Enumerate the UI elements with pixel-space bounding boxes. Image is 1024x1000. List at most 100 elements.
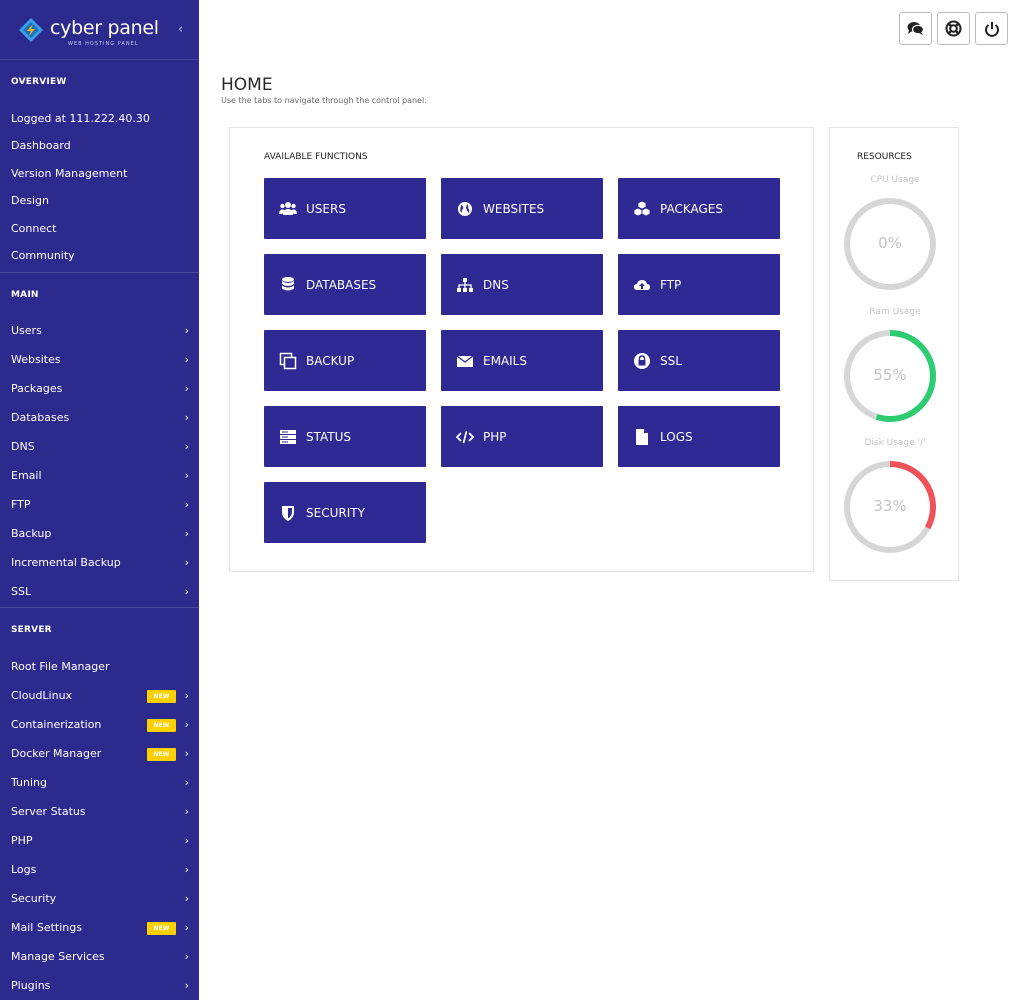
sidebar-item-design[interactable]: Design bbox=[0, 189, 199, 213]
chevron-right-icon: › bbox=[184, 585, 189, 598]
sidebar-item-mail-settings[interactable]: Mail Settings NEW › bbox=[0, 916, 199, 940]
power-icon bbox=[984, 21, 999, 37]
chevron-right-icon: › bbox=[184, 498, 189, 511]
brand: cyber panel WEB HOSTING PANEL ‹ bbox=[0, 0, 199, 60]
sidebar-item-dashboard[interactable]: Dashboard bbox=[0, 134, 199, 158]
sidebar-item-label: Server Status bbox=[11, 805, 86, 818]
lock-icon bbox=[634, 352, 650, 369]
sidebar-item-label: Packages bbox=[11, 382, 63, 395]
chat-button[interactable] bbox=[899, 12, 932, 45]
sidebar-item-email[interactable]: Email › bbox=[0, 464, 199, 488]
php-button[interactable]: PHP bbox=[441, 406, 603, 467]
chevron-right-icon: › bbox=[184, 411, 189, 424]
section-overview: OVERVIEW bbox=[11, 77, 67, 87]
sidebar-item-security[interactable]: Security › bbox=[0, 887, 199, 911]
sidebar-item-incremental-backup[interactable]: Incremental Backup › bbox=[0, 551, 199, 575]
collapse-sidebar-button[interactable]: ‹ bbox=[178, 22, 183, 37]
backup-button[interactable]: BACKUP bbox=[264, 330, 426, 391]
brand-name: cyber panel bbox=[50, 17, 159, 39]
users-icon bbox=[279, 201, 297, 215]
server-icon bbox=[280, 429, 296, 444]
section-server: SERVER bbox=[11, 625, 52, 635]
sidebar-item-php[interactable]: PHP › bbox=[0, 829, 199, 853]
sidebar-item-label: DNS bbox=[11, 440, 35, 453]
cpu-usage-value: 0% bbox=[878, 234, 902, 252]
sidebar-item-version-management[interactable]: Version Management bbox=[0, 162, 199, 186]
sidebar-item-logs[interactable]: Logs › bbox=[0, 858, 199, 882]
sidebar-item-packages[interactable]: Packages › bbox=[0, 377, 199, 401]
chevron-right-icon: › bbox=[184, 834, 189, 847]
button-label: SECURITY bbox=[306, 505, 365, 520]
sidebar-item-databases[interactable]: Databases › bbox=[0, 406, 199, 430]
button-label: SSL bbox=[660, 353, 682, 368]
logs-button[interactable]: LOGS bbox=[618, 406, 780, 467]
chat-icon bbox=[907, 22, 924, 35]
sidebar-item-community[interactable]: Community bbox=[0, 244, 199, 268]
databases-button[interactable]: DATABASES bbox=[264, 254, 426, 315]
sidebar-item-label: SSL bbox=[11, 585, 32, 598]
code-icon bbox=[456, 430, 474, 443]
lifebuoy-icon bbox=[945, 20, 962, 37]
sidebar-item-websites[interactable]: Websites › bbox=[0, 348, 199, 372]
websites-button[interactable]: WEBSITES bbox=[441, 178, 603, 239]
page-subtitle: Use the tabs to navigate through the con… bbox=[221, 96, 427, 105]
chevron-right-icon: › bbox=[184, 921, 189, 934]
button-label: FTP bbox=[660, 277, 682, 292]
sidebar-divider bbox=[0, 607, 199, 608]
sidebar-item-label: FTP bbox=[11, 498, 31, 511]
security-button[interactable]: SECURITY bbox=[264, 482, 426, 543]
sidebar-item-label: Incremental Backup bbox=[11, 556, 121, 569]
brand-tagline: WEB HOSTING PANEL bbox=[68, 41, 139, 47]
sidebar-item-tuning[interactable]: Tuning › bbox=[0, 771, 199, 795]
dns-button[interactable]: DNS bbox=[441, 254, 603, 315]
sidebar-item-docker-manager[interactable]: Docker Manager NEW › bbox=[0, 742, 199, 766]
copy-icon bbox=[279, 352, 297, 369]
available-functions-panel: AVAILABLE FUNCTIONS USERS WEBSITES PACKA… bbox=[229, 127, 814, 572]
chevron-right-icon: › bbox=[184, 440, 189, 453]
ram-usage-label: Ram Usage bbox=[869, 307, 921, 317]
envelope-icon bbox=[456, 354, 474, 367]
sidebar: cyber panel WEB HOSTING PANEL ‹ OVERVIEW… bbox=[0, 0, 199, 1000]
ssl-button[interactable]: SSL bbox=[618, 330, 780, 391]
logout-button[interactable] bbox=[975, 12, 1008, 45]
new-badge: NEW bbox=[147, 748, 176, 761]
sidebar-item-ftp[interactable]: FTP › bbox=[0, 493, 199, 517]
sidebar-item-server-status[interactable]: Server Status › bbox=[0, 800, 199, 824]
section-main: MAIN bbox=[11, 290, 39, 300]
users-button[interactable]: USERS bbox=[264, 178, 426, 239]
resources-panel: RESOURCES CPU Usage 0% Ram Usage 55% Dis… bbox=[829, 127, 959, 581]
sidebar-item-cloudlinux[interactable]: CloudLinux NEW › bbox=[0, 684, 199, 708]
button-label: WEBSITES bbox=[483, 201, 545, 216]
sidebar-item-root-file-manager[interactable]: Root File Manager bbox=[0, 655, 199, 679]
emails-button[interactable]: EMAILS bbox=[441, 330, 603, 391]
sidebar-divider bbox=[0, 272, 199, 273]
sidebar-item-backup[interactable]: Backup › bbox=[0, 522, 199, 546]
sidebar-item-label: Security bbox=[11, 892, 57, 905]
chevron-right-icon: › bbox=[184, 863, 189, 876]
resources-title: RESOURCES bbox=[857, 152, 912, 162]
packages-button[interactable]: PACKAGES bbox=[618, 178, 780, 239]
sidebar-item-users[interactable]: Users › bbox=[0, 319, 199, 343]
support-button[interactable] bbox=[937, 12, 970, 45]
status-button[interactable]: STATUS bbox=[264, 406, 426, 467]
chevron-right-icon: › bbox=[184, 324, 189, 337]
sidebar-item-plugins[interactable]: Plugins › bbox=[0, 974, 199, 998]
sidebar-item-containerization[interactable]: Containerization NEW › bbox=[0, 713, 199, 737]
sidebar-item-label: PHP bbox=[11, 834, 33, 847]
sidebar-item-dns[interactable]: DNS › bbox=[0, 435, 199, 459]
sidebar-item-connect[interactable]: Connect bbox=[0, 217, 199, 241]
button-label: DATABASES bbox=[306, 277, 377, 292]
button-label: USERS bbox=[306, 201, 346, 216]
sidebar-item-label: Mail Settings bbox=[11, 921, 82, 934]
chevron-right-icon: › bbox=[184, 689, 189, 702]
sidebar-item-manage-services[interactable]: Manage Services › bbox=[0, 945, 199, 969]
panel-title: AVAILABLE FUNCTIONS bbox=[264, 152, 368, 162]
globe-icon bbox=[458, 201, 472, 216]
chevron-right-icon: › bbox=[184, 469, 189, 482]
sidebar-item-label: Databases bbox=[11, 411, 70, 424]
ftp-button[interactable]: FTP bbox=[618, 254, 780, 315]
cubes-icon bbox=[633, 200, 651, 216]
sidebar-item-ssl[interactable]: SSL › bbox=[0, 580, 199, 604]
sidebar-item-label: Users bbox=[11, 324, 42, 337]
disk-usage-label: Disk Usage '/' bbox=[864, 438, 926, 448]
